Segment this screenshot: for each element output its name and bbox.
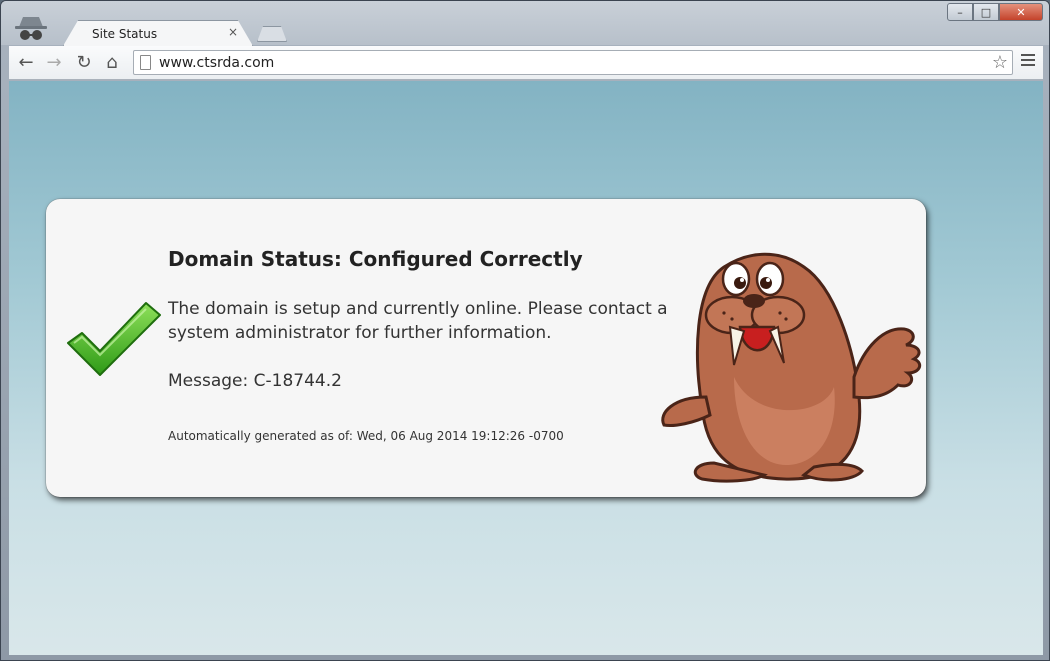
status-description: The domain is setup and currently online… bbox=[168, 299, 668, 343]
walrus-mascot-icon bbox=[661, 252, 922, 483]
new-tab-button[interactable] bbox=[257, 26, 287, 42]
domain-status-title: Domain Status: Configured Correctly bbox=[168, 247, 583, 271]
window-controls: – □ ✕ bbox=[947, 3, 1043, 21]
tab-title: Site Status bbox=[92, 27, 158, 41]
close-button[interactable]: ✕ bbox=[999, 3, 1043, 21]
tab-strip: Site Status × – □ ✕ bbox=[1, 1, 1049, 46]
incognito-icon bbox=[15, 17, 47, 40]
page-content: Domain Status: Configured Correctly The … bbox=[9, 81, 1043, 655]
tab-close-icon[interactable]: × bbox=[228, 25, 238, 39]
minimize-button[interactable]: – bbox=[947, 3, 973, 21]
url-text[interactable]: www.ctsrda.com bbox=[159, 55, 274, 71]
maximize-button[interactable]: □ bbox=[973, 3, 999, 21]
generated-timestamp: Automatically generated as of: Wed, 06 A… bbox=[168, 429, 564, 443]
status-message: Message: C-18744.2 bbox=[168, 371, 342, 391]
menu-icon[interactable] bbox=[1021, 54, 1035, 68]
status-card: Domain Status: Configured Correctly The … bbox=[46, 199, 926, 497]
back-icon[interactable]: ← bbox=[15, 52, 37, 74]
tab-site-status[interactable]: Site Status × bbox=[63, 20, 253, 46]
reload-icon[interactable]: ↻ bbox=[73, 52, 95, 74]
checkmark-icon bbox=[67, 302, 161, 376]
toolbar: ← → ↻ ⌂ www.ctsrda.com ☆ bbox=[9, 46, 1043, 80]
home-icon[interactable]: ⌂ bbox=[101, 52, 123, 74]
star-icon[interactable]: ☆ bbox=[992, 52, 1008, 73]
browser-window: Site Status × – □ ✕ ← → ↻ ⌂ www.ctsrda.c… bbox=[0, 0, 1050, 661]
page-icon bbox=[140, 55, 151, 70]
forward-icon[interactable]: → bbox=[43, 52, 65, 74]
address-bar[interactable]: www.ctsrda.com ☆ bbox=[133, 50, 1013, 75]
